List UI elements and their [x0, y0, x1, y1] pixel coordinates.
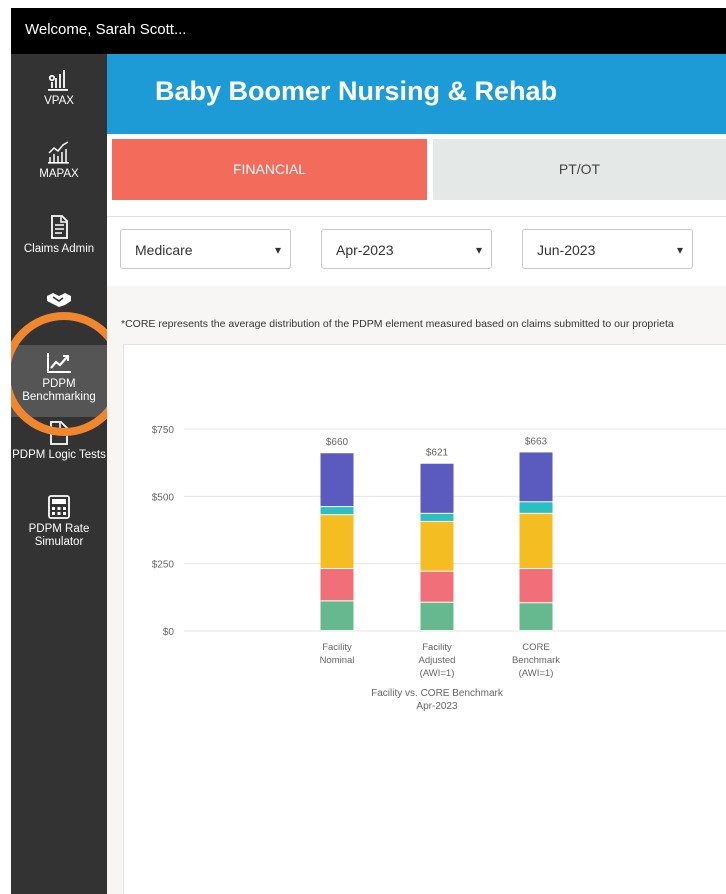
stacked-bar-chart: $0 $250 $500 $750 $660 Facility Nominal $621 Fac…: [152, 425, 726, 712]
x-tick-label: Benchmark: [512, 655, 560, 666]
calculator-icon: [48, 495, 70, 519]
sidebar-item-pdpm-benchmarking[interactable]: PDPM Benchmarking: [11, 345, 107, 417]
sidebar-item-label: PDPM Rate Simulator: [28, 523, 90, 548]
start-month-select[interactable]: Apr-2023 ▾: [321, 229, 492, 269]
bar-segment: [320, 601, 354, 630]
y-tick-label: $0: [163, 627, 175, 638]
bar-total-label: $660: [326, 437, 349, 448]
x-tick-label: Nominal: [320, 655, 355, 666]
bar-segment: [519, 513, 553, 569]
document-icon: [51, 215, 68, 239]
bar-segment: [320, 507, 354, 515]
bar-segment: [420, 602, 454, 630]
sidebar-item-claims-admin[interactable]: Claims Admin: [11, 214, 107, 256]
sidebar-item-pdpm-logic-tests[interactable]: PDPM Logic Tests: [11, 420, 107, 462]
sidebar: VPAX MAPAX Claims Admin PDPM Benchmarkin…: [11, 54, 107, 894]
bar-segment: [320, 453, 354, 507]
bar-segment: [420, 521, 454, 571]
bar-segment: [320, 569, 354, 601]
chevron-down-icon: ▾: [274, 243, 281, 257]
handshake-icon: [47, 293, 71, 307]
x-tick-label: (AWI=1): [519, 668, 554, 679]
bar-segment: [519, 603, 553, 630]
bar-total-label: $621: [426, 448, 449, 459]
end-month-select[interactable]: Jun-2023 ▾: [522, 229, 693, 269]
bar-segment: [420, 571, 454, 602]
y-tick-label: $500: [152, 492, 175, 503]
bar-segment: [519, 502, 553, 513]
welcome-text: Welcome, Sarah Scott...: [25, 21, 187, 38]
line-chart-icon: [47, 353, 71, 373]
filter-bar: Medicare ▾ Apr-2023 ▾ Jun-2023 ▾: [107, 216, 726, 287]
payer-select-value: Medicare: [135, 242, 193, 258]
sidebar-item-vpax[interactable]: VPAX: [11, 66, 107, 108]
core-footnote: *CORE represents the average distributio…: [121, 318, 674, 330]
y-tick-label: $250: [152, 560, 175, 571]
x-axis-title: Apr-2023: [416, 701, 458, 712]
chart-panel: $0 $250 $500 $750 $660 Facility Nominal $621 Fac…: [123, 344, 726, 894]
y-tick-label: $750: [152, 425, 175, 436]
document-edit-icon: [50, 421, 68, 445]
sidebar-item-handshake[interactable]: [11, 290, 107, 313]
page-title: Baby Boomer Nursing & Rehab: [155, 76, 558, 106]
x-tick-label: Facility: [422, 642, 452, 653]
tab-pt-ot[interactable]: PT/OT: [433, 139, 726, 200]
sidebar-item-label: PDPM Logic Tests: [12, 449, 106, 461]
bar-total-label: $663: [525, 436, 548, 447]
x-tick-label: Facility: [322, 642, 352, 653]
bar-segment: [519, 569, 553, 603]
x-axis-title: Facility vs. CORE Benchmark: [371, 688, 504, 699]
sidebar-item-label: VPAX: [44, 95, 74, 107]
bar-segment: [519, 452, 553, 502]
x-tick-label: CORE: [522, 642, 549, 653]
x-tick-label: Adjusted: [419, 655, 456, 666]
end-month-value: Jun-2023: [537, 242, 596, 258]
tab-financial[interactable]: FINANCIAL: [112, 139, 427, 200]
chevron-down-icon: ▾: [676, 243, 683, 257]
x-tick-label: (AWI=1): [420, 668, 455, 679]
sidebar-item-label: Claims Admin: [23, 243, 95, 255]
sidebar-item-mapax[interactable]: MAPAX: [11, 139, 107, 181]
app-frame: Welcome, Sarah Scott... VPAX MAPAX Claim…: [11, 8, 726, 894]
start-month-value: Apr-2023: [336, 242, 394, 258]
bar-segment: [420, 513, 454, 521]
chevron-down-icon: ▾: [475, 243, 482, 257]
sidebar-item-label: PDPM Benchmarking: [22, 378, 96, 403]
bar-segment: [420, 463, 454, 513]
main-content: Baby Boomer Nursing & Rehab FINANCIAL PT…: [107, 54, 726, 894]
signal-bars-icon: [48, 70, 68, 91]
trend-bars-icon: [48, 141, 69, 164]
sidebar-item-label: MAPAX: [39, 168, 79, 180]
payer-select[interactable]: Medicare ▾: [120, 229, 291, 269]
bar-segment: [320, 515, 354, 569]
sidebar-item-pdpm-rate-simulator[interactable]: PDPM Rate Simulator: [11, 494, 107, 549]
facility-header: Baby Boomer Nursing & Rehab: [107, 54, 726, 134]
top-bar: Welcome, Sarah Scott...: [11, 8, 726, 54]
